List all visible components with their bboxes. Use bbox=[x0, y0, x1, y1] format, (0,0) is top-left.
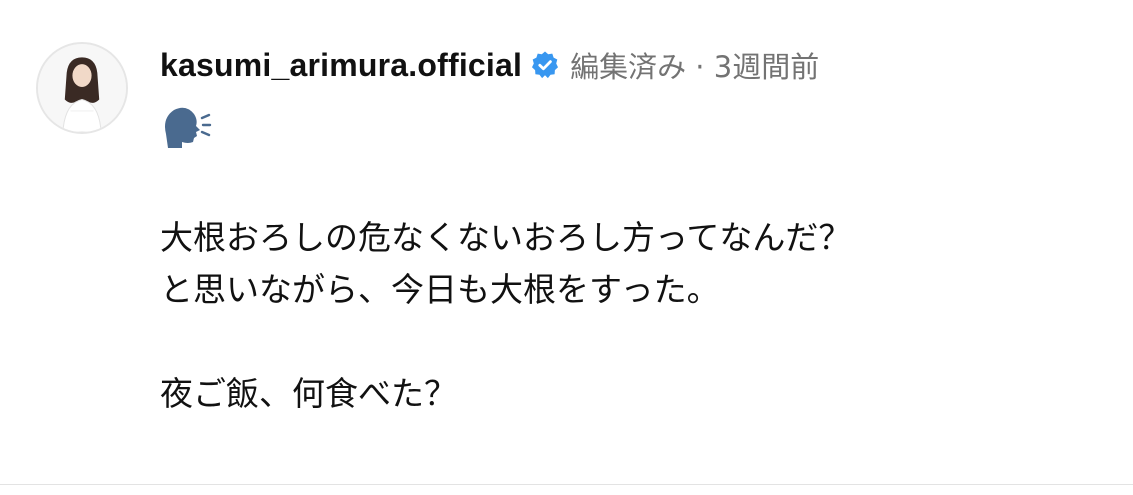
caption-line bbox=[160, 316, 851, 368]
avatar[interactable] bbox=[36, 42, 128, 134]
profile-photo bbox=[38, 44, 126, 132]
comment-post: kasumi_arimura.official 編集済み · 3週間前 大根おろ… bbox=[0, 0, 1133, 495]
divider bbox=[0, 484, 1133, 485]
post-header: kasumi_arimura.official 編集済み · 3週間前 bbox=[160, 42, 819, 88]
caption-line: 大根おろしの危なくないおろし方ってなんだ？ bbox=[160, 218, 852, 257]
caption-line: 夜ご飯、何食べた？ bbox=[160, 374, 457, 413]
post-caption: 大根おろしの危なくないおろし方ってなんだ？ と思いながら、今日も大根をすった。 … bbox=[160, 212, 851, 420]
username-link[interactable]: kasumi_arimura.official bbox=[160, 47, 522, 84]
speaking-head-icon bbox=[160, 104, 212, 148]
post-meta: 編集済み · 3週間前 bbox=[570, 50, 820, 84]
verified-badge-icon bbox=[530, 50, 560, 80]
caption-line: と思いながら、今日も大根をすった。 bbox=[160, 270, 720, 309]
